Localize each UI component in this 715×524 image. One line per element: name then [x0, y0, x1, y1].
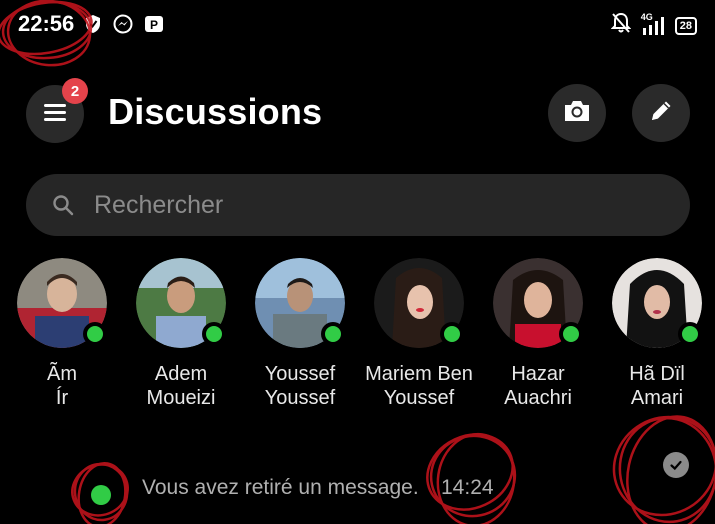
- contact-item[interactable]: Hazar Auachri: [478, 258, 598, 410]
- contact-name-line2: Moueizi: [146, 387, 216, 409]
- online-indicator: [91, 485, 111, 505]
- contact-name-line1: Hã Dïl: [629, 363, 685, 385]
- avatar: [255, 258, 345, 348]
- contact-name: Hazar Auachri: [478, 362, 598, 410]
- contact-name-line1: Mariem Ben: [365, 363, 473, 385]
- svg-text:P: P: [150, 18, 158, 32]
- contact-name: Youssef Youssef: [240, 362, 360, 410]
- contact-name-line1: Hazar: [511, 363, 565, 385]
- contact-name-line1: Youssef: [264, 363, 336, 385]
- contact-name-line2: Amari: [630, 387, 684, 409]
- avatar: [612, 258, 702, 348]
- status-bar: 22:56 P 4G 28: [0, 0, 715, 52]
- contact-item[interactable]: Ãm Ír: [2, 258, 122, 410]
- search-icon: [52, 194, 74, 221]
- camera-icon: [562, 98, 592, 129]
- contact-item[interactable]: Hã Dïl Amari: [597, 258, 715, 410]
- shield-icon: [84, 14, 104, 36]
- search-bar[interactable]: [26, 174, 690, 236]
- contact-name: Ãm Ír: [2, 362, 122, 410]
- online-indicator: [440, 322, 464, 346]
- avatar: [493, 258, 583, 348]
- search-input[interactable]: [94, 174, 654, 236]
- contact-name-line2: Youssef: [383, 387, 455, 409]
- bell-muted-icon: [610, 12, 632, 39]
- contact-name: Hã Dïl Amari: [597, 362, 715, 410]
- app-icon: P: [144, 14, 164, 36]
- contact-name: Mariem Ben Youssef: [359, 362, 479, 410]
- camera-button[interactable]: [548, 84, 606, 142]
- messenger-icon: [113, 14, 133, 36]
- hamburger-menu-icon: [42, 101, 68, 128]
- notification-badge: 2: [62, 78, 88, 104]
- contact-name-line2: Ír: [55, 387, 69, 409]
- avatar: [136, 258, 226, 348]
- status-time: 22:56: [18, 11, 75, 36]
- status-icons-right: 4G 28: [610, 12, 697, 39]
- avatar: [374, 258, 464, 348]
- check-icon: [663, 452, 689, 478]
- contact-item[interactable]: Adem Moueizi: [121, 258, 241, 410]
- online-indicator: [202, 322, 226, 346]
- contact-item[interactable]: Mariem Ben Youssef: [359, 258, 479, 410]
- pencil-icon: [647, 97, 675, 130]
- online-indicator: [83, 322, 107, 346]
- contact-name-line1: Ãm: [47, 363, 77, 385]
- contact-name-line2: Auachri: [504, 387, 572, 409]
- compose-button[interactable]: [632, 84, 690, 142]
- online-indicator: [678, 322, 702, 346]
- contact-name-line1: Adem: [154, 363, 208, 385]
- signal-icon: 4G: [641, 12, 665, 37]
- battery-icon: 28: [674, 16, 697, 35]
- page-title: Discussions: [108, 91, 323, 132]
- contact-item[interactable]: Youssef Youssef: [240, 258, 360, 410]
- avatar: [17, 258, 107, 348]
- contact-name: Adem Moueizi: [121, 362, 241, 410]
- contact-name-line2: Youssef: [264, 387, 336, 409]
- online-indicator: [559, 322, 583, 346]
- message-time: 14:24: [441, 476, 494, 499]
- online-indicator: [321, 322, 345, 346]
- message-preview[interactable]: Vous avez retiré un message.: [142, 476, 419, 500]
